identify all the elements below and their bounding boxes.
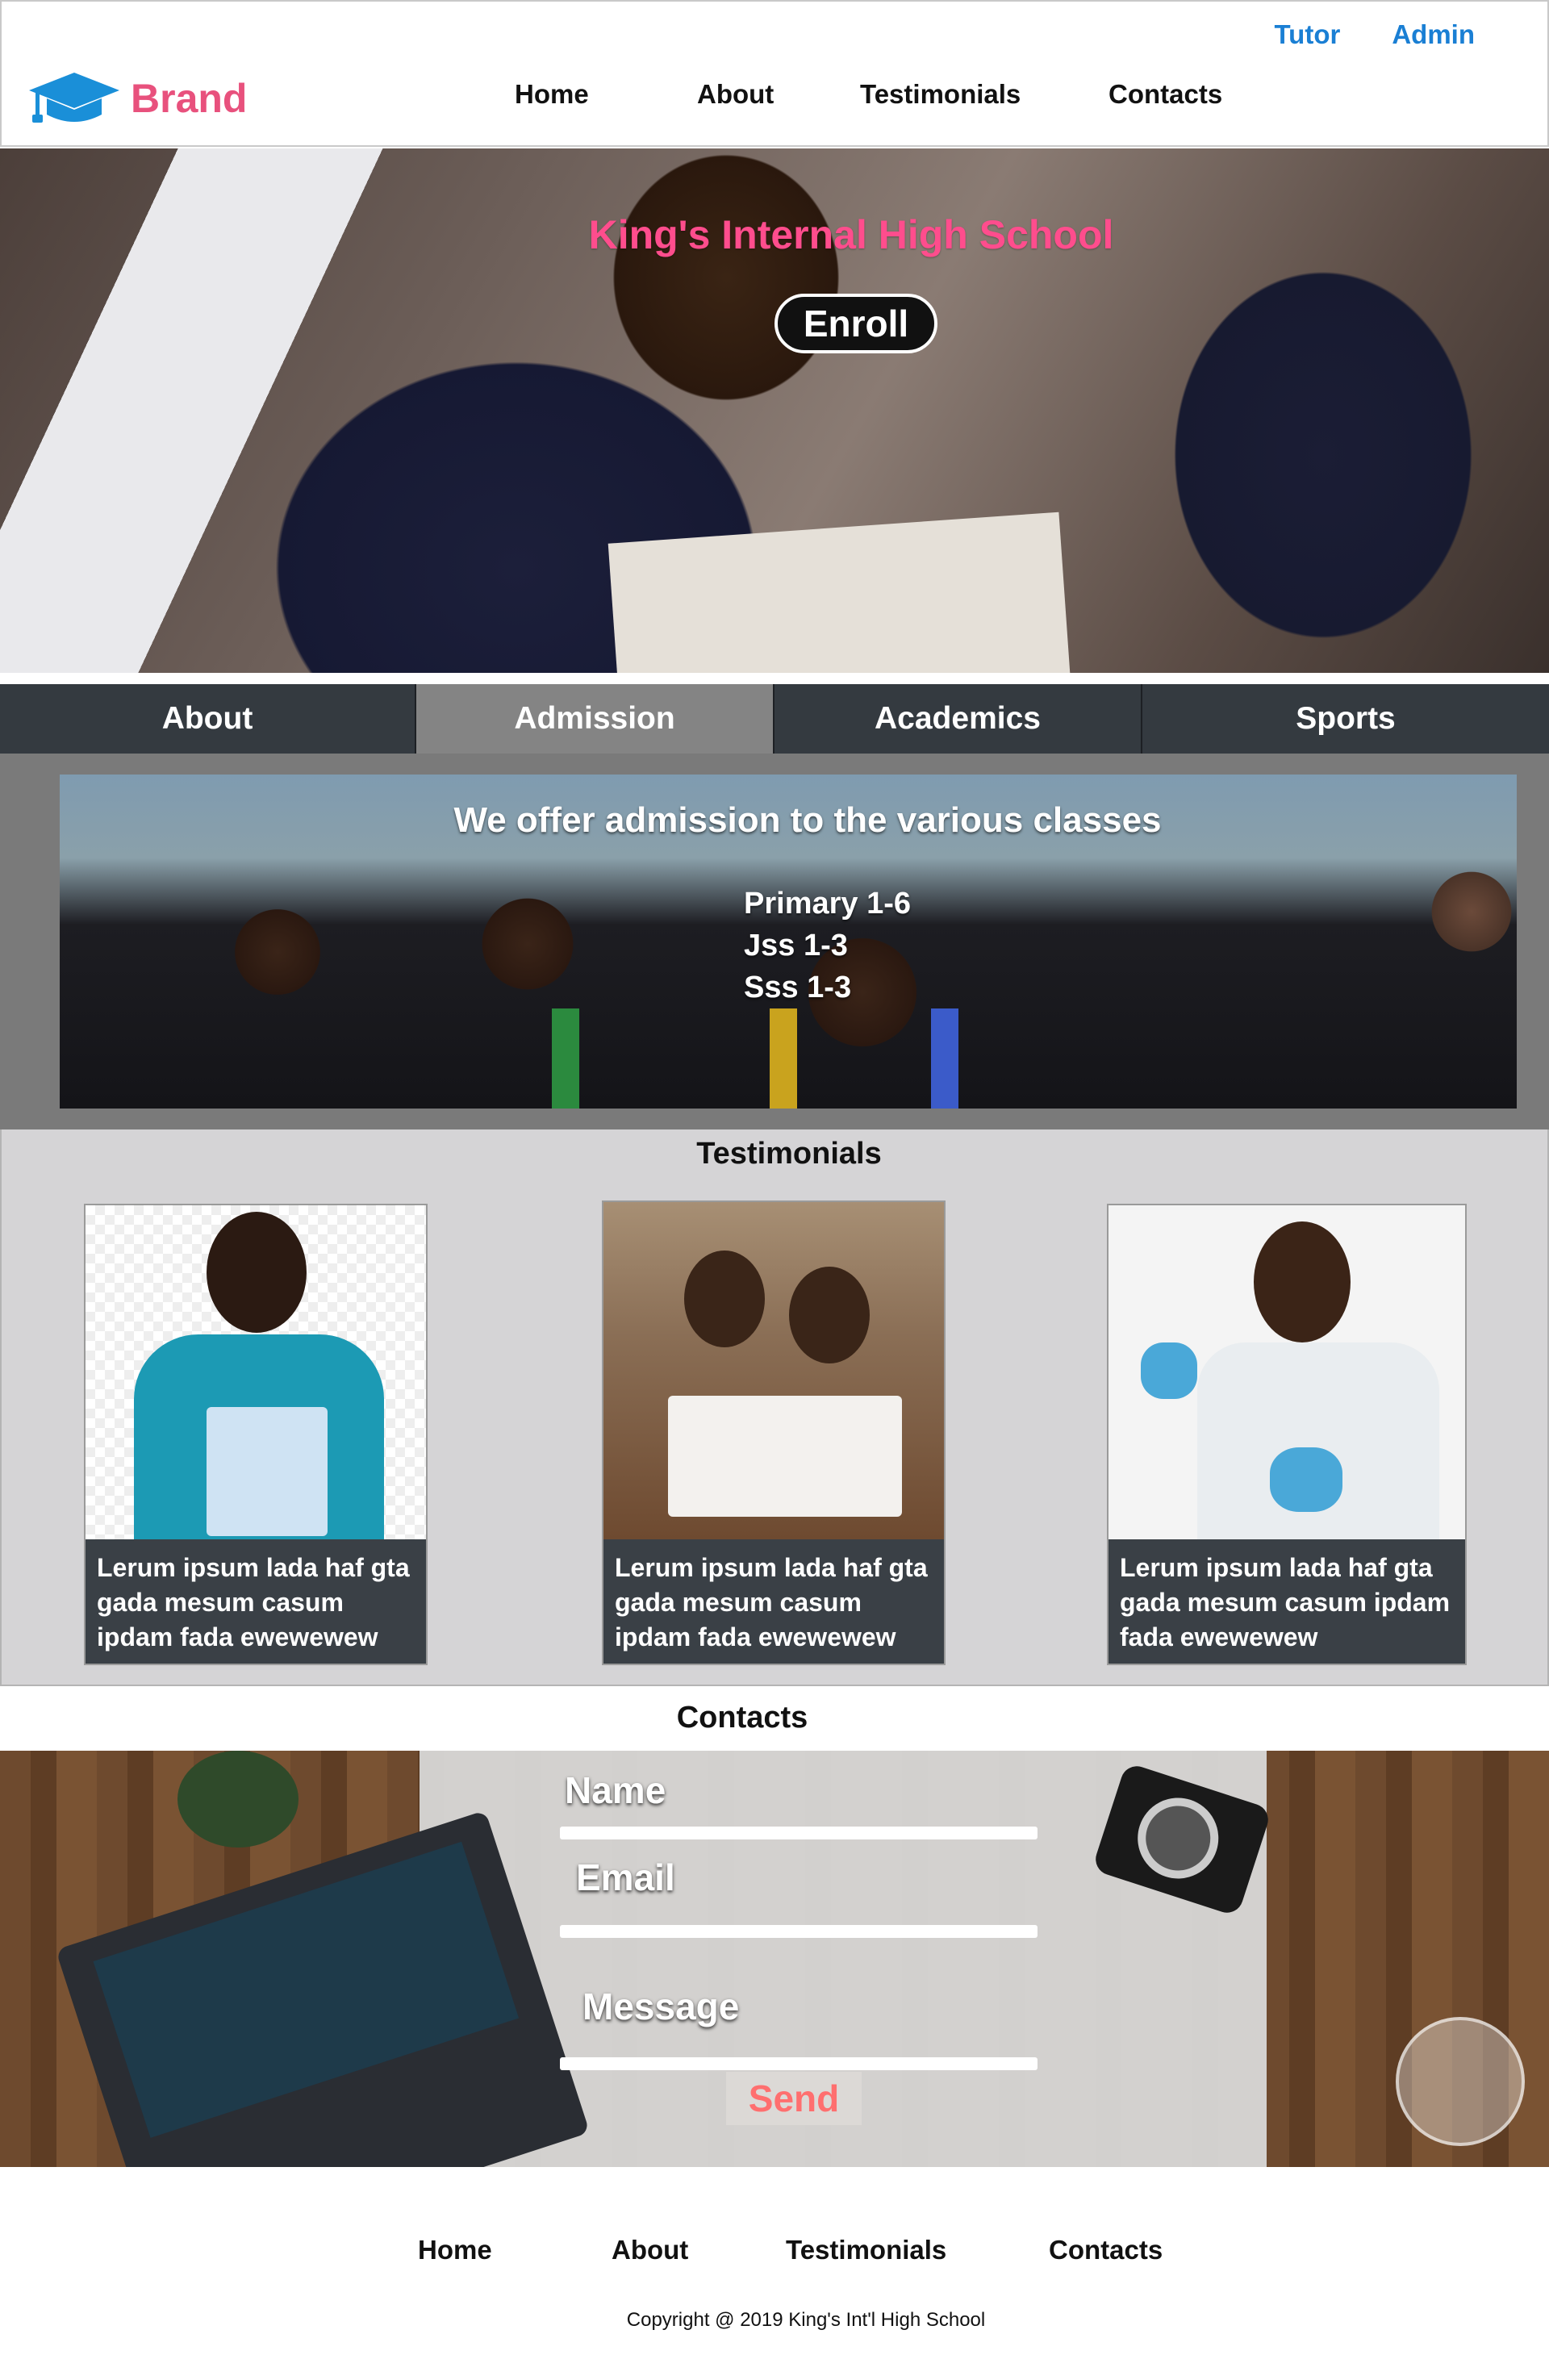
- nav-home[interactable]: Home: [515, 79, 589, 110]
- testimonial-card: Lerum ipsum lada haf gta gada mesum casu…: [602, 1200, 946, 1665]
- graduation-photo: We offer admission to the various classe…: [60, 775, 1517, 1109]
- testimonials-title: Testimonials: [696, 1137, 882, 1171]
- admin-link[interactable]: Admin: [1392, 19, 1475, 50]
- send-button[interactable]: Send: [726, 2072, 862, 2125]
- students-reading-photo: [603, 1202, 944, 1539]
- admission-title: We offer admission to the various classe…: [453, 800, 1162, 840]
- photo-detail: [177, 1751, 299, 1848]
- photo-detail: [552, 1008, 579, 1109]
- footer-testimonials[interactable]: Testimonials: [786, 2235, 946, 2265]
- class-list: Primary 1-6 Jss 1-3 Sss 1-3: [744, 883, 911, 1008]
- email-field[interactable]: [560, 1925, 1038, 1938]
- enroll-button[interactable]: Enroll: [774, 294, 937, 353]
- testimonials-section: Testimonials Lerum ipsum lada haf gta ga…: [0, 1129, 1549, 1686]
- class-item-jss: Jss 1-3: [744, 929, 848, 962]
- footer-home[interactable]: Home: [418, 2235, 492, 2265]
- hero-photo-detail: [607, 511, 1071, 673]
- testimonial-caption: Lerum ipsum lada haf gta gada mesum casu…: [86, 1539, 426, 1664]
- photo-detail: [1270, 1447, 1342, 1512]
- section-tabs: About Admission Academics Sports: [0, 684, 1549, 754]
- scientist-photo: [1109, 1205, 1465, 1539]
- message-label: Message: [582, 1985, 740, 2027]
- hero-banner: King's Internal High School Enroll: [0, 148, 1549, 673]
- photo-detail: [1254, 1221, 1351, 1342]
- message-field[interactable]: [560, 2057, 1038, 2070]
- tutor-link[interactable]: Tutor: [1274, 19, 1340, 50]
- testimonial-card: Lerum ipsum lada haf gta gada mesum casu…: [84, 1204, 428, 1665]
- admission-panel: We offer admission to the various classe…: [0, 754, 1549, 1129]
- photo-detail: [931, 1008, 958, 1109]
- class-item-sss: Sss 1-3: [744, 971, 852, 1004]
- contacts-title: Contacts: [676, 1701, 808, 1735]
- photo-detail: [684, 1251, 765, 1347]
- email-label: Email: [576, 1856, 675, 1898]
- nav-testimonials[interactable]: Testimonials: [860, 79, 1021, 110]
- nav-about[interactable]: About: [697, 79, 774, 110]
- testimonial-caption: Lerum ipsum lada haf gta gada mesum casu…: [1109, 1539, 1465, 1664]
- tab-about[interactable]: About: [0, 684, 416, 754]
- footer-contacts[interactable]: Contacts: [1049, 2235, 1163, 2265]
- photo-detail: [770, 1008, 797, 1109]
- testimonial-card: Lerum ipsum lada haf gta gada mesum casu…: [1107, 1204, 1467, 1665]
- copyright-text: Copyright @ 2019 King's Int'l High Schoo…: [626, 2309, 986, 2331]
- name-field[interactable]: [560, 1827, 1038, 1839]
- student-photo: [86, 1205, 426, 1539]
- photo-detail: [1141, 1342, 1197, 1399]
- tab-sports[interactable]: Sports: [1142, 684, 1549, 754]
- name-label: Name: [565, 1769, 666, 1811]
- tab-academics[interactable]: Academics: [774, 684, 1142, 754]
- tab-admission[interactable]: Admission: [416, 684, 774, 754]
- class-item-primary: Primary 1-6: [744, 887, 912, 921]
- photo-detail: [207, 1407, 328, 1536]
- photo-detail: [789, 1267, 870, 1363]
- photo-detail: [1396, 2017, 1525, 2146]
- main-nav: Home About Testimonials Contacts: [2, 79, 1547, 116]
- photo-detail: [668, 1396, 902, 1517]
- photo-detail: [207, 1212, 307, 1333]
- footer-nav: Home About Testimonials Contacts: [0, 2235, 1549, 2275]
- photo-detail: [93, 1841, 520, 2138]
- hero-title: King's Internal High School: [588, 212, 1114, 257]
- site-header: Brand Tutor Admin Home About Testimonial…: [0, 0, 1549, 147]
- footer-about[interactable]: About: [612, 2235, 688, 2265]
- nav-contacts[interactable]: Contacts: [1109, 79, 1222, 110]
- top-links: Tutor Admin: [1274, 19, 1475, 50]
- testimonial-caption: Lerum ipsum lada haf gta gada mesum casu…: [603, 1539, 944, 1664]
- photo-detail: [1127, 1787, 1230, 1889]
